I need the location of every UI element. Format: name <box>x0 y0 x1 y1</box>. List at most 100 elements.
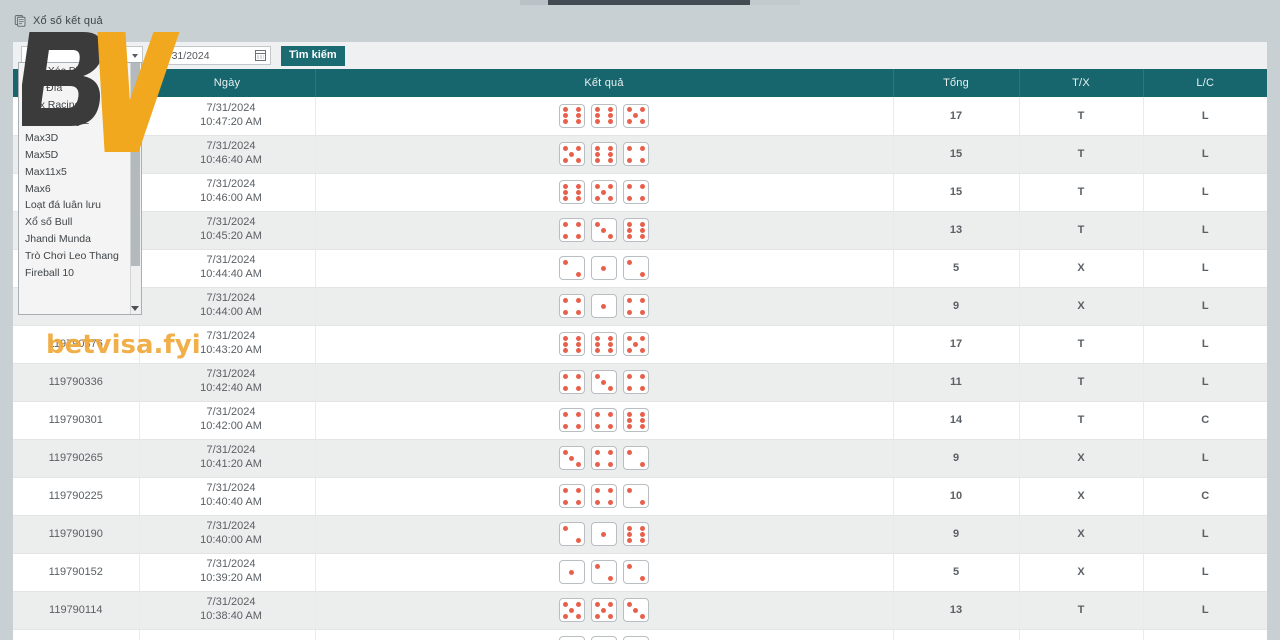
die-pip <box>595 450 600 455</box>
die-pip <box>595 348 600 353</box>
die-pip <box>576 348 581 353</box>
die-pip <box>608 500 613 505</box>
die-pip <box>640 538 645 543</box>
cell-lc: C <box>1143 401 1267 439</box>
die-face-4 <box>591 484 617 508</box>
die-face-2 <box>623 484 649 508</box>
table-row[interactable]: 1197903767/31/202410:43:20 AM17TL <box>13 325 1267 363</box>
die-face-6 <box>591 104 617 128</box>
die-pip <box>627 298 632 303</box>
dropdown-option-8[interactable]: Loạt đá luân lưu <box>19 197 141 214</box>
dropdown-option-2[interactable]: Max Racing <box>19 97 141 114</box>
table-row[interactable]: 1197902657/31/202410:41:20 AM9XL <box>13 439 1267 477</box>
die-pip <box>563 196 568 201</box>
dropdown-scrollbar-thumb[interactable] <box>131 63 140 266</box>
calendar-icon[interactable] <box>255 50 266 61</box>
column-header-date[interactable]: Ngày <box>139 69 315 97</box>
die-pip <box>627 336 632 341</box>
die-face-6 <box>559 332 585 356</box>
dropdown-option-9[interactable]: Xổ số Bull <box>19 214 141 231</box>
cell-tx: T <box>1019 591 1143 629</box>
table-row[interactable]: 1197901527/31/202410:39:20 AM5XL <box>13 553 1267 591</box>
cell-tx: T <box>1019 173 1143 211</box>
dropdown-option-6[interactable]: Max11x5 <box>19 164 141 181</box>
table-row[interactable]: 7/31/202410:44:00 AM9XL <box>13 287 1267 325</box>
cell-sum: 13 <box>893 211 1019 249</box>
cell-id: 119790114 <box>13 591 139 629</box>
table-row[interactable]: 1197901907/31/202410:40:00 AM9XL <box>13 515 1267 553</box>
cell-sum: 9 <box>893 439 1019 477</box>
column-header-lc[interactable]: L/C <box>1143 69 1267 97</box>
page-header: Xổ số kết quả <box>14 14 103 27</box>
dropdown-option-4[interactable]: Max3D <box>19 130 141 147</box>
die-pip <box>608 113 613 118</box>
die-pip <box>563 222 568 227</box>
die-pip <box>601 608 606 613</box>
die-pip <box>576 298 581 303</box>
game-type-dropdown-list[interactable]: Max Xóc ĐĩaXóc ĐĩaMax RacingMax Racing 2… <box>18 62 142 315</box>
die-pip <box>576 412 581 417</box>
die-pip <box>563 424 568 429</box>
die-pip <box>608 336 613 341</box>
cell-id: 119790225 <box>13 477 139 515</box>
die-face-6 <box>559 180 585 204</box>
cell-lc: L <box>1143 287 1267 325</box>
chevron-down-icon[interactable] <box>131 306 139 311</box>
cell-date: 7/31/202410:46:40 AM <box>139 135 315 173</box>
dropdown-option-0[interactable]: Max Xóc Đĩa <box>19 63 141 80</box>
dropdown-option-10[interactable]: Jhandi Munda <box>19 231 141 248</box>
die-pip <box>563 488 568 493</box>
cell-sum: 17 <box>893 325 1019 363</box>
table-row[interactable]: 1197902257/31/202410:40:40 AM10XC <box>13 477 1267 515</box>
dropdown-option-11[interactable]: Trò Chơi Leo Thang <box>19 248 141 265</box>
table-row[interactable]: 7/31/2024 <box>13 629 1267 640</box>
column-header-tx[interactable]: T/X <box>1019 69 1143 97</box>
cell-id: 119790265 <box>13 439 139 477</box>
dropdown-option-5[interactable]: Max5D <box>19 147 141 164</box>
die-pip <box>640 222 645 227</box>
die-pip <box>608 184 613 189</box>
search-button[interactable]: Tìm kiếm <box>281 46 345 66</box>
die-pip <box>627 107 632 112</box>
dropdown-option-12[interactable]: Fireball 10 <box>19 265 141 282</box>
cell-id <box>13 629 139 640</box>
cell-lc: L <box>1143 97 1267 135</box>
die-pip <box>595 614 600 619</box>
dropdown-option-7[interactable]: Max6 <box>19 181 141 198</box>
dropdown-option-3[interactable]: Max Racing 2 <box>19 113 141 130</box>
dice-group <box>316 446 893 470</box>
die-pip <box>640 418 645 423</box>
dice-group <box>316 256 893 280</box>
column-header-result[interactable]: Kết quả <box>315 69 893 97</box>
cell-result <box>315 401 893 439</box>
table-row[interactable]: 7/31/202410:47:20 AM17TL <box>13 97 1267 135</box>
table-row[interactable]: 7/31/202410:46:40 AM15TL <box>13 135 1267 173</box>
die-face-2 <box>591 560 617 584</box>
table-row[interactable]: 7/31/202410:44:40 AM5XL <box>13 249 1267 287</box>
table-row[interactable]: 1197901147/31/202410:38:40 AM13TL <box>13 591 1267 629</box>
dropdown-option-1[interactable]: Xóc Đĩa <box>19 80 141 97</box>
table-row[interactable]: 7/31/202410:46:00 AM15TL <box>13 173 1267 211</box>
cell-sum: 5 <box>893 249 1019 287</box>
dropdown-scrollbar[interactable] <box>130 63 141 314</box>
die-pip <box>563 298 568 303</box>
column-header-sum[interactable]: Tổng <box>893 69 1019 97</box>
dice-group <box>316 560 893 584</box>
die-pip <box>608 424 613 429</box>
chevron-down-icon <box>132 54 138 58</box>
cell-tx <box>1019 629 1143 640</box>
die-face-2 <box>559 522 585 546</box>
die-face-4 <box>623 294 649 318</box>
die-pip <box>627 234 632 239</box>
table-row[interactable]: 1197903367/31/202410:42:40 AM11TL <box>13 363 1267 401</box>
die-pip <box>627 158 632 163</box>
cell-id: 119790152 <box>13 553 139 591</box>
die-pip <box>640 310 645 315</box>
table-row[interactable]: 1197903017/31/202410:42:00 AM14TC <box>13 401 1267 439</box>
die-face-5 <box>591 180 617 204</box>
table-row[interactable]: 7/31/202410:45:20 AM13TL <box>13 211 1267 249</box>
die-face-6 <box>591 332 617 356</box>
die-pip <box>627 424 632 429</box>
date-input[interactable]: 07/31/2024 <box>151 46 271 65</box>
die-pip <box>633 608 638 613</box>
